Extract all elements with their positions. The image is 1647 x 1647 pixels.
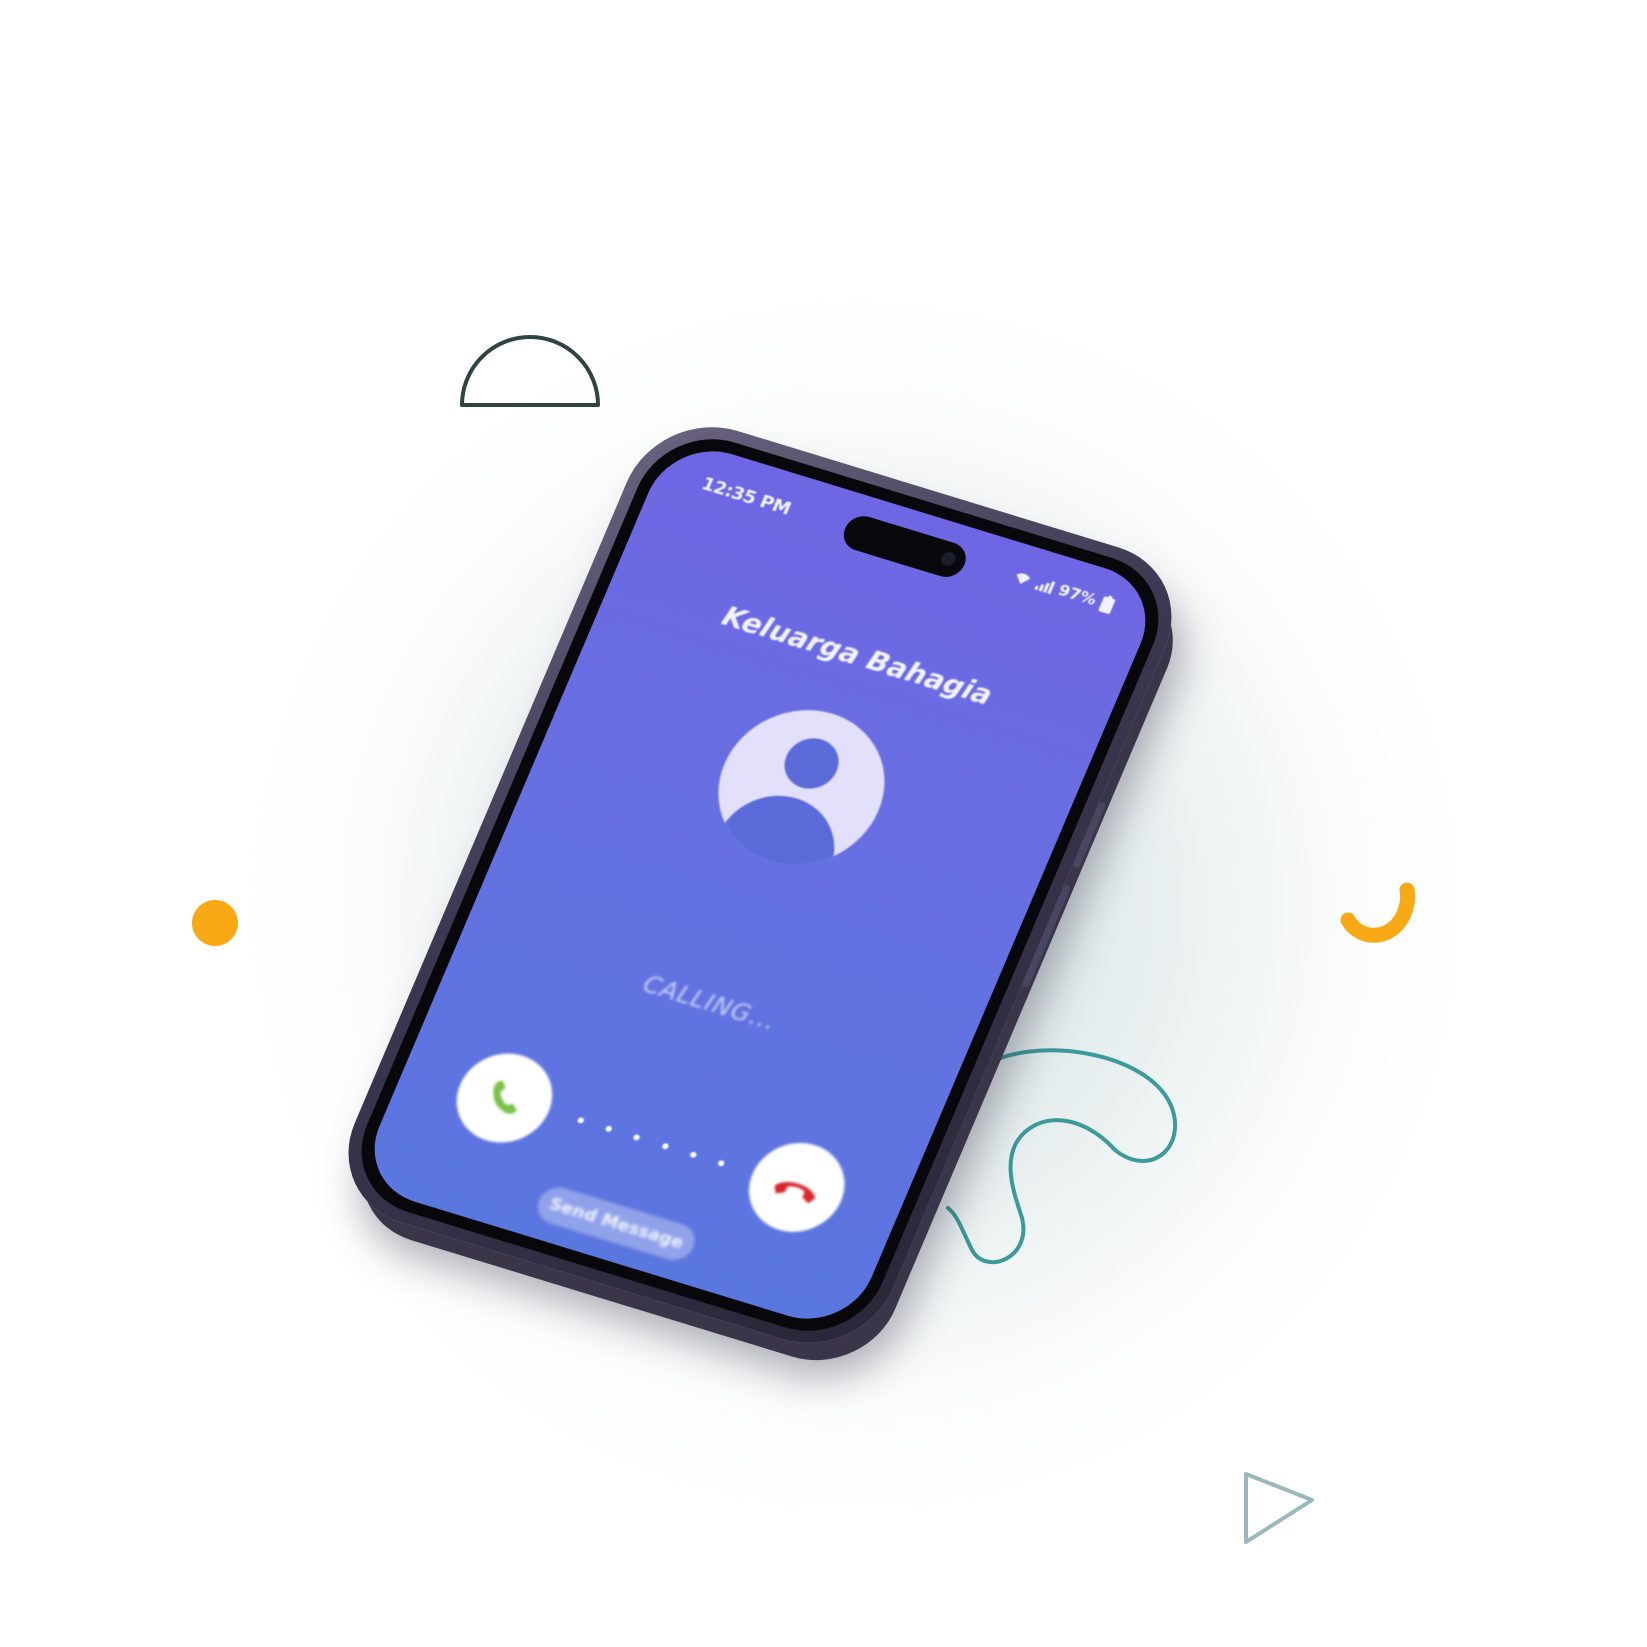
progress-dot [717, 1159, 726, 1167]
semicircle-outline [460, 335, 600, 407]
phone-accept-icon [493, 1080, 517, 1114]
accept-call-button[interactable] [442, 1042, 567, 1154]
call-progress-dots [576, 1116, 726, 1167]
avatar [693, 690, 910, 885]
progress-dot [632, 1133, 641, 1142]
battery-percent: 97% [1055, 580, 1100, 610]
dynamic-island [838, 511, 972, 582]
orange-dot [192, 900, 238, 946]
progress-dot [576, 1116, 585, 1125]
battery-icon [1098, 594, 1116, 614]
wifi-icon [1016, 572, 1031, 584]
avatar-body [695, 781, 853, 885]
status-time: 12:35 PM [698, 473, 794, 520]
decline-call-button[interactable] [734, 1131, 859, 1244]
progress-dot [688, 1151, 698, 1159]
progress-dot [604, 1125, 613, 1133]
background: 12:35 PM 97% Keluarga Bahagia CALLING...… [0, 0, 1647, 1647]
contact-name: Keluarga Bahagia [717, 599, 998, 712]
status-icons: 97% [1011, 567, 1117, 615]
phone-decline-icon [774, 1182, 815, 1204]
signal-icon [1034, 580, 1056, 594]
avatar-head [776, 731, 847, 796]
orange-arc [1340, 882, 1416, 943]
front-camera [938, 550, 958, 568]
progress-dot [660, 1142, 670, 1150]
triangle-outline [1244, 1472, 1314, 1544]
